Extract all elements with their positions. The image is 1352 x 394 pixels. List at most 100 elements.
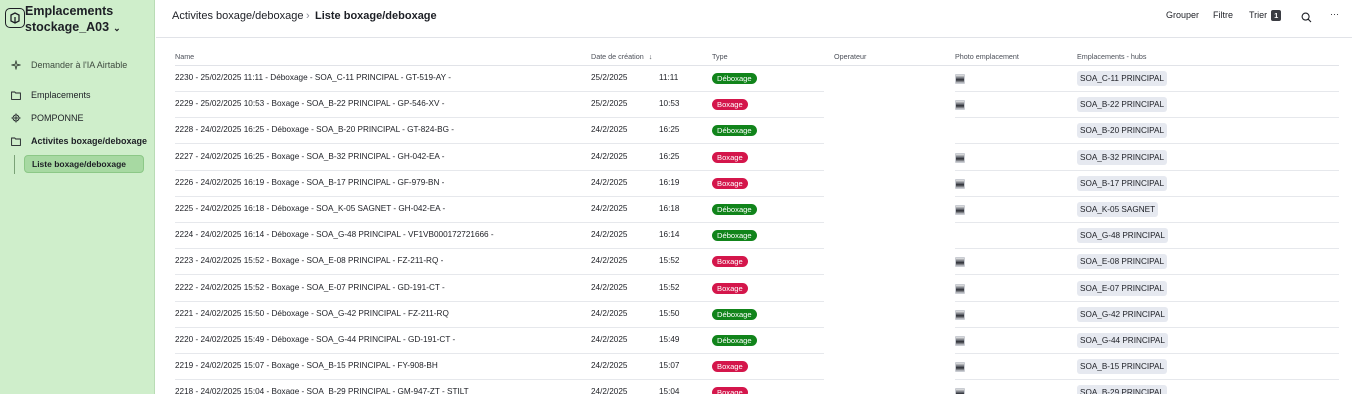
table-row[interactable]: 2222 - 24/02/2025 15:52 - Boxage - SOA_E… <box>175 276 1339 302</box>
photo-thumbnail[interactable] <box>955 74 965 84</box>
table-row[interactable]: 2228 - 24/02/2025 16:25 - Déboxage - SOA… <box>175 118 1339 145</box>
column-header-hubs[interactable]: Emplacements - hubs <box>1077 52 1147 61</box>
search-icon[interactable] <box>1299 10 1313 24</box>
photo-thumbnail[interactable] <box>955 388 965 394</box>
hub-tag: SOA_B-32 PRINCIPAL <box>1077 149 1168 165</box>
created-time: 15:04 <box>659 387 680 394</box>
app-logo-icon <box>5 8 25 28</box>
created-date: 24/2/2025 <box>591 204 628 213</box>
column-header-label: Date de création <box>591 52 644 61</box>
app-header[interactable] <box>5 8 25 28</box>
created-date: 24/2/2025 <box>591 177 628 187</box>
created-time: 16:18 <box>659 204 680 213</box>
created-date: 25/2/2025 <box>591 99 628 109</box>
created-date: 25/2/2025 <box>591 73 628 82</box>
type-badge: Déboxage <box>712 230 757 242</box>
created-date: 24/2/2025 <box>591 308 628 318</box>
created-date: 24/2/2025 <box>591 282 628 292</box>
sort-arrow-icon: ↓ <box>648 52 653 61</box>
folder-icon <box>10 136 21 147</box>
table-row[interactable]: 2220 - 24/02/2025 15:49 - Déboxage - SOA… <box>175 328 1339 354</box>
sparkle-icon <box>10 60 21 71</box>
created-time: 11:11 <box>659 73 679 82</box>
record-name: 2221 - 24/02/2025 15:50 - Déboxage - SOA… <box>175 308 449 318</box>
created-time: 16:25 <box>659 151 680 161</box>
photo-thumbnail[interactable] <box>955 205 965 215</box>
table-row[interactable]: 2225 - 24/02/2025 16:18 - Déboxage - SOA… <box>175 197 1339 223</box>
sort-button[interactable]: Trier 1 <box>1249 10 1282 21</box>
table-row[interactable]: 2226 - 24/02/2025 16:19 - Boxage - SOA_B… <box>175 171 1339 197</box>
ask-ai-button[interactable]: Demander à l'IA Airtable <box>10 57 127 73</box>
sidebar-item-activites[interactable]: Activites boxage/deboxage <box>10 133 147 149</box>
record-name: 2218 - 24/02/2025 15:04 - Boxage - SOA_B… <box>175 387 469 394</box>
photo-thumbnail[interactable] <box>955 283 965 294</box>
created-time: 16:14 <box>659 230 680 240</box>
column-header-operator[interactable]: Operateur <box>834 52 866 61</box>
photo-thumbnail[interactable] <box>955 178 965 189</box>
tree-line <box>14 155 15 174</box>
created-time: 15:49 <box>659 335 680 344</box>
photo-thumbnail[interactable] <box>955 100 965 111</box>
column-header-type[interactable]: Type <box>712 52 728 61</box>
record-name: 2230 - 25/02/2025 11:11 - Déboxage - SOA… <box>175 73 451 82</box>
sidebar-item-pomponne[interactable]: POMPONNE <box>10 110 84 126</box>
created-time: 15:52 <box>659 256 680 266</box>
hub-tag: SOA_B-15 PRINCIPAL <box>1077 359 1168 375</box>
gear-icon <box>10 113 21 124</box>
topbar: Activites boxage/deboxage › Liste boxage… <box>156 0 1352 38</box>
ask-ai-label: Demander à l'IA Airtable <box>31 60 128 70</box>
record-name: 2224 - 24/02/2025 16:14 - Déboxage - SOA… <box>175 230 494 240</box>
type-badge: Boxage <box>712 151 748 163</box>
breadcrumb-parent[interactable]: Activites boxage/deboxage <box>172 10 303 22</box>
sidebar-item-liste[interactable]: Liste boxage/deboxage <box>24 155 144 173</box>
photo-thumbnail[interactable] <box>955 257 965 268</box>
group-button[interactable]: Grouper <box>1166 10 1199 20</box>
created-date: 24/2/2025 <box>591 256 628 266</box>
page-title: Liste boxage/deboxage <box>315 10 437 22</box>
type-badge: Boxage <box>712 177 748 189</box>
record-name: 2223 - 24/02/2025 15:52 - Boxage - SOA_E… <box>175 256 444 266</box>
sort-label: Trier <box>1249 10 1268 20</box>
created-time: 16:25 <box>659 125 680 135</box>
record-name: 2227 - 24/02/2025 16:25 - Boxage - SOA_B… <box>175 151 445 161</box>
photo-thumbnail[interactable] <box>955 309 965 320</box>
table-row[interactable]: 2221 - 24/02/2025 15:50 - Déboxage - SOA… <box>175 302 1339 328</box>
record-name: 2225 - 24/02/2025 16:18 - Déboxage - SOA… <box>175 204 446 213</box>
hub-tag: SOA_B-17 PRINCIPAL <box>1077 175 1168 191</box>
hub-tag: SOA_E-07 PRINCIPAL <box>1077 280 1168 296</box>
app-title-text: Emplacements stockage_A03 <box>25 4 114 34</box>
chevron-down-icon: ⌄ <box>113 23 121 33</box>
app-title[interactable]: Emplacements stockage_A03 ⌄ <box>25 3 150 36</box>
hub-tag: SOA_E-08 PRINCIPAL <box>1077 254 1168 270</box>
table-row[interactable]: 2229 - 25/02/2025 10:53 - Boxage - SOA_B… <box>175 92 1339 119</box>
column-header-photo[interactable]: Photo emplacement <box>955 52 1019 61</box>
hub-tag: SOA_G-48 PRINCIPAL <box>1077 228 1168 244</box>
sidebar-item-emplacements[interactable]: Emplacements <box>10 87 91 103</box>
type-badge: Boxage <box>712 99 748 111</box>
table-row[interactable]: 2219 - 24/02/2025 15:07 - Boxage - SOA_B… <box>175 354 1339 381</box>
column-header-created[interactable]: Date de création ↓ <box>591 52 652 61</box>
created-date: 24/2/2025 <box>591 335 628 344</box>
created-time: 10:53 <box>659 99 680 109</box>
type-badge: Boxage <box>712 256 748 268</box>
created-time: 15:07 <box>659 361 680 371</box>
type-badge: Déboxage <box>712 335 757 346</box>
record-name: 2222 - 24/02/2025 15:52 - Boxage - SOA_E… <box>175 282 445 292</box>
photo-thumbnail[interactable] <box>955 336 965 346</box>
column-header-name[interactable]: Name <box>175 52 194 61</box>
photo-thumbnail[interactable] <box>955 362 965 373</box>
table-row[interactable]: 2224 - 24/02/2025 16:14 - Déboxage - SOA… <box>175 223 1339 250</box>
created-time: 15:52 <box>659 282 680 292</box>
table-row[interactable]: 2218 - 24/02/2025 15:04 - Boxage - SOA_B… <box>175 380 1339 394</box>
type-badge: Boxage <box>712 387 748 394</box>
filter-button[interactable]: Filtre <box>1213 10 1233 20</box>
sidebar-item-label: Emplacements <box>31 90 91 100</box>
table-row[interactable]: 2227 - 24/02/2025 16:25 - Boxage - SOA_B… <box>175 145 1339 171</box>
table-row[interactable]: 2230 - 25/02/2025 11:11 - Déboxage - SOA… <box>175 66 1339 92</box>
hub-tag: SOA_B-22 PRINCIPAL <box>1077 97 1168 113</box>
more-options-button[interactable]: ··· <box>1330 9 1339 19</box>
breadcrumb-separator: › <box>306 10 310 22</box>
photo-thumbnail[interactable] <box>955 152 965 163</box>
table-row[interactable]: 2223 - 24/02/2025 15:52 - Boxage - SOA_E… <box>175 249 1339 276</box>
record-name: 2219 - 24/02/2025 15:07 - Boxage - SOA_B… <box>175 361 438 371</box>
